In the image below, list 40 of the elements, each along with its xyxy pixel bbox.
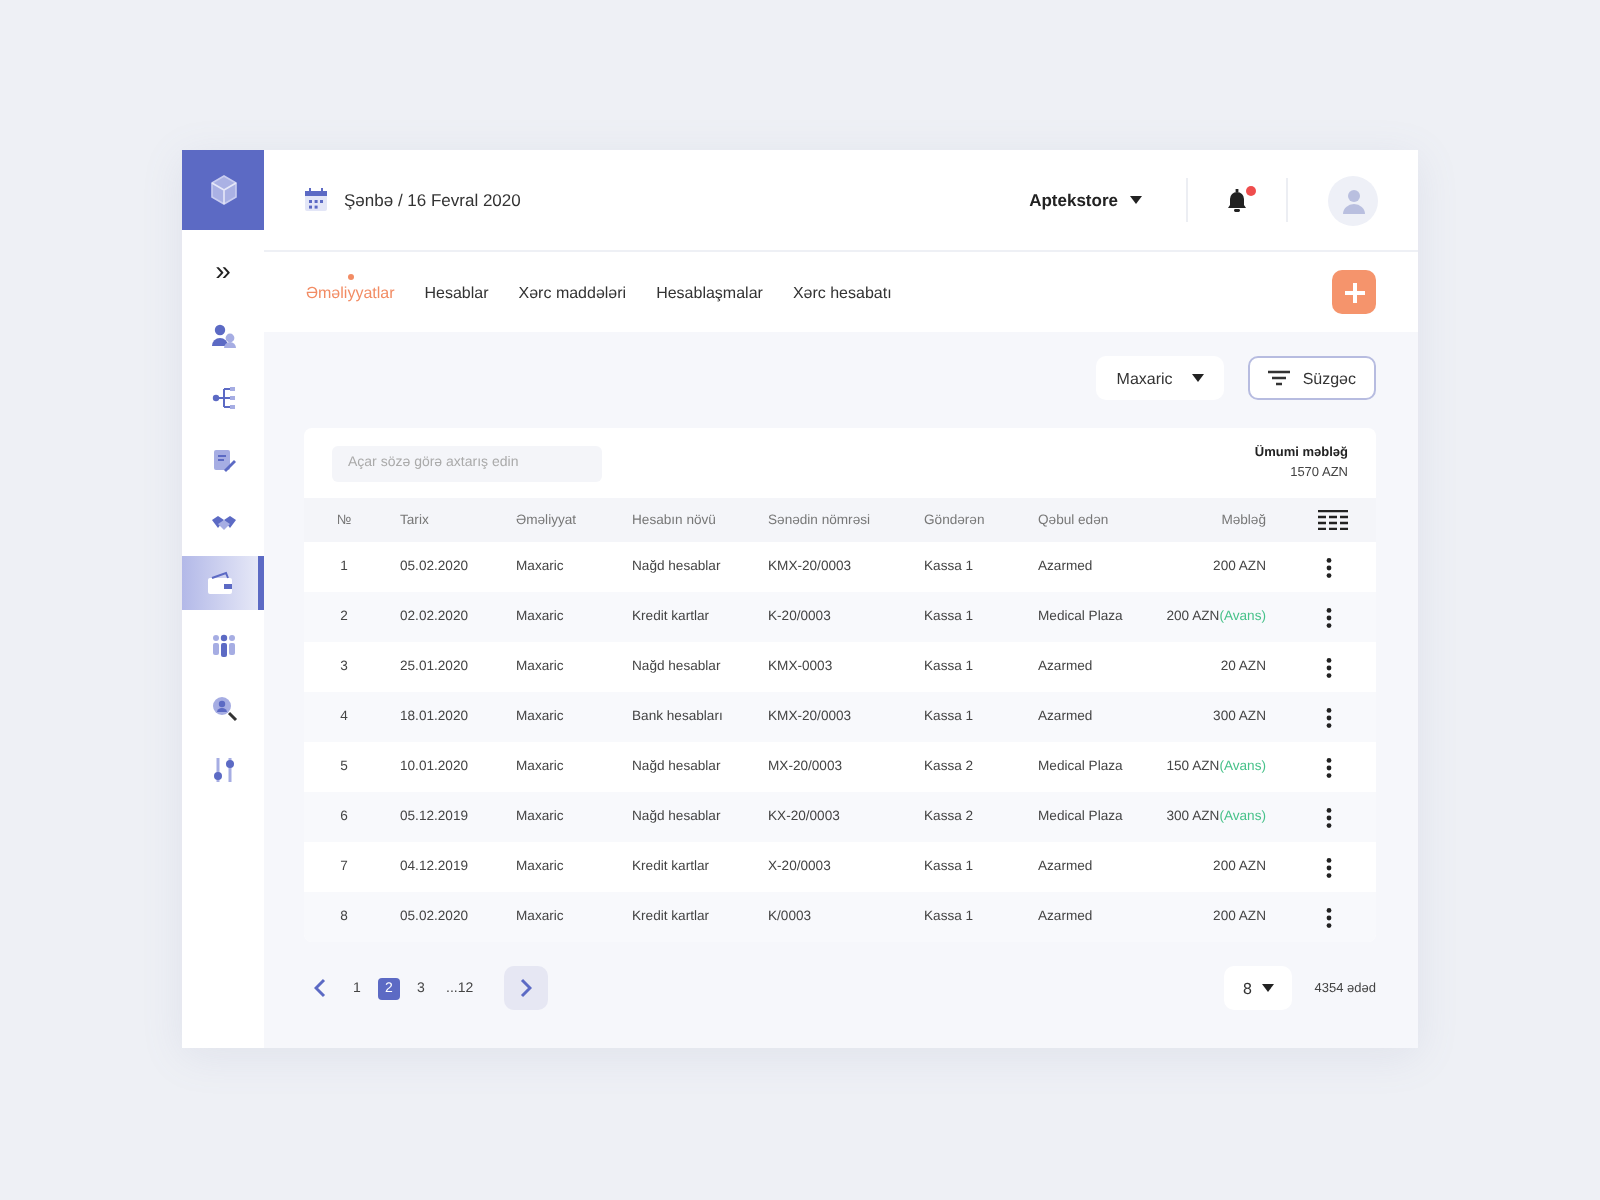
notepad-icon: [209, 445, 237, 473]
bell-icon: [1224, 187, 1250, 213]
store-dropdown[interactable]: Aptekstore: [1029, 190, 1142, 210]
filter-icon: [1268, 370, 1291, 386]
caret-icon: [1192, 374, 1205, 382]
team-icon: [209, 631, 237, 659]
type-dropdown[interactable]: Maxaric: [1096, 356, 1225, 400]
calendar-icon: [304, 188, 328, 212]
caret-icon: [1130, 196, 1142, 204]
kebab-icon: [1326, 657, 1332, 677]
tab[interactable]: Hesablaşmalar: [656, 275, 763, 309]
plus-icon: [1343, 281, 1365, 303]
date-text: Şənbə / 16 Fevral 2020: [344, 190, 521, 210]
kebab-icon: [1326, 907, 1332, 927]
tab[interactable]: Hesablar: [424, 275, 489, 309]
chevron-right-icon: [519, 978, 532, 998]
person-silhouette-icon: [1341, 187, 1365, 213]
sidebar-item[interactable]: [182, 556, 264, 610]
filter-button[interactable]: Süzgəc: [1248, 356, 1376, 400]
tab[interactable]: Xərc maddələri: [518, 275, 627, 309]
sliders-icon: [209, 755, 237, 783]
kebab-icon: [1326, 807, 1332, 827]
next-page-button[interactable]: [503, 966, 548, 1010]
wallet-icon: [206, 569, 234, 597]
kebab-icon: [1326, 557, 1332, 577]
logo-tile[interactable]: [182, 150, 264, 230]
kebab-icon: [1326, 757, 1332, 777]
kebab-icon: [1326, 707, 1332, 727]
tree-icon: [209, 383, 237, 411]
expand-button[interactable]: »: [182, 232, 264, 308]
users-icon: [209, 321, 237, 349]
chevron-left-icon: [314, 978, 326, 998]
kebab-icon: [1326, 857, 1332, 877]
page-size-dropdown[interactable]: 8: [1224, 966, 1293, 1010]
cube-icon: [207, 174, 239, 206]
tab[interactable]: Xərc hesabatı: [792, 275, 892, 309]
user-search-icon: [209, 693, 237, 721]
columns-settings-icon[interactable]: [1318, 510, 1348, 530]
caret-icon: [1261, 984, 1274, 992]
kebab-icon: [1326, 607, 1332, 627]
